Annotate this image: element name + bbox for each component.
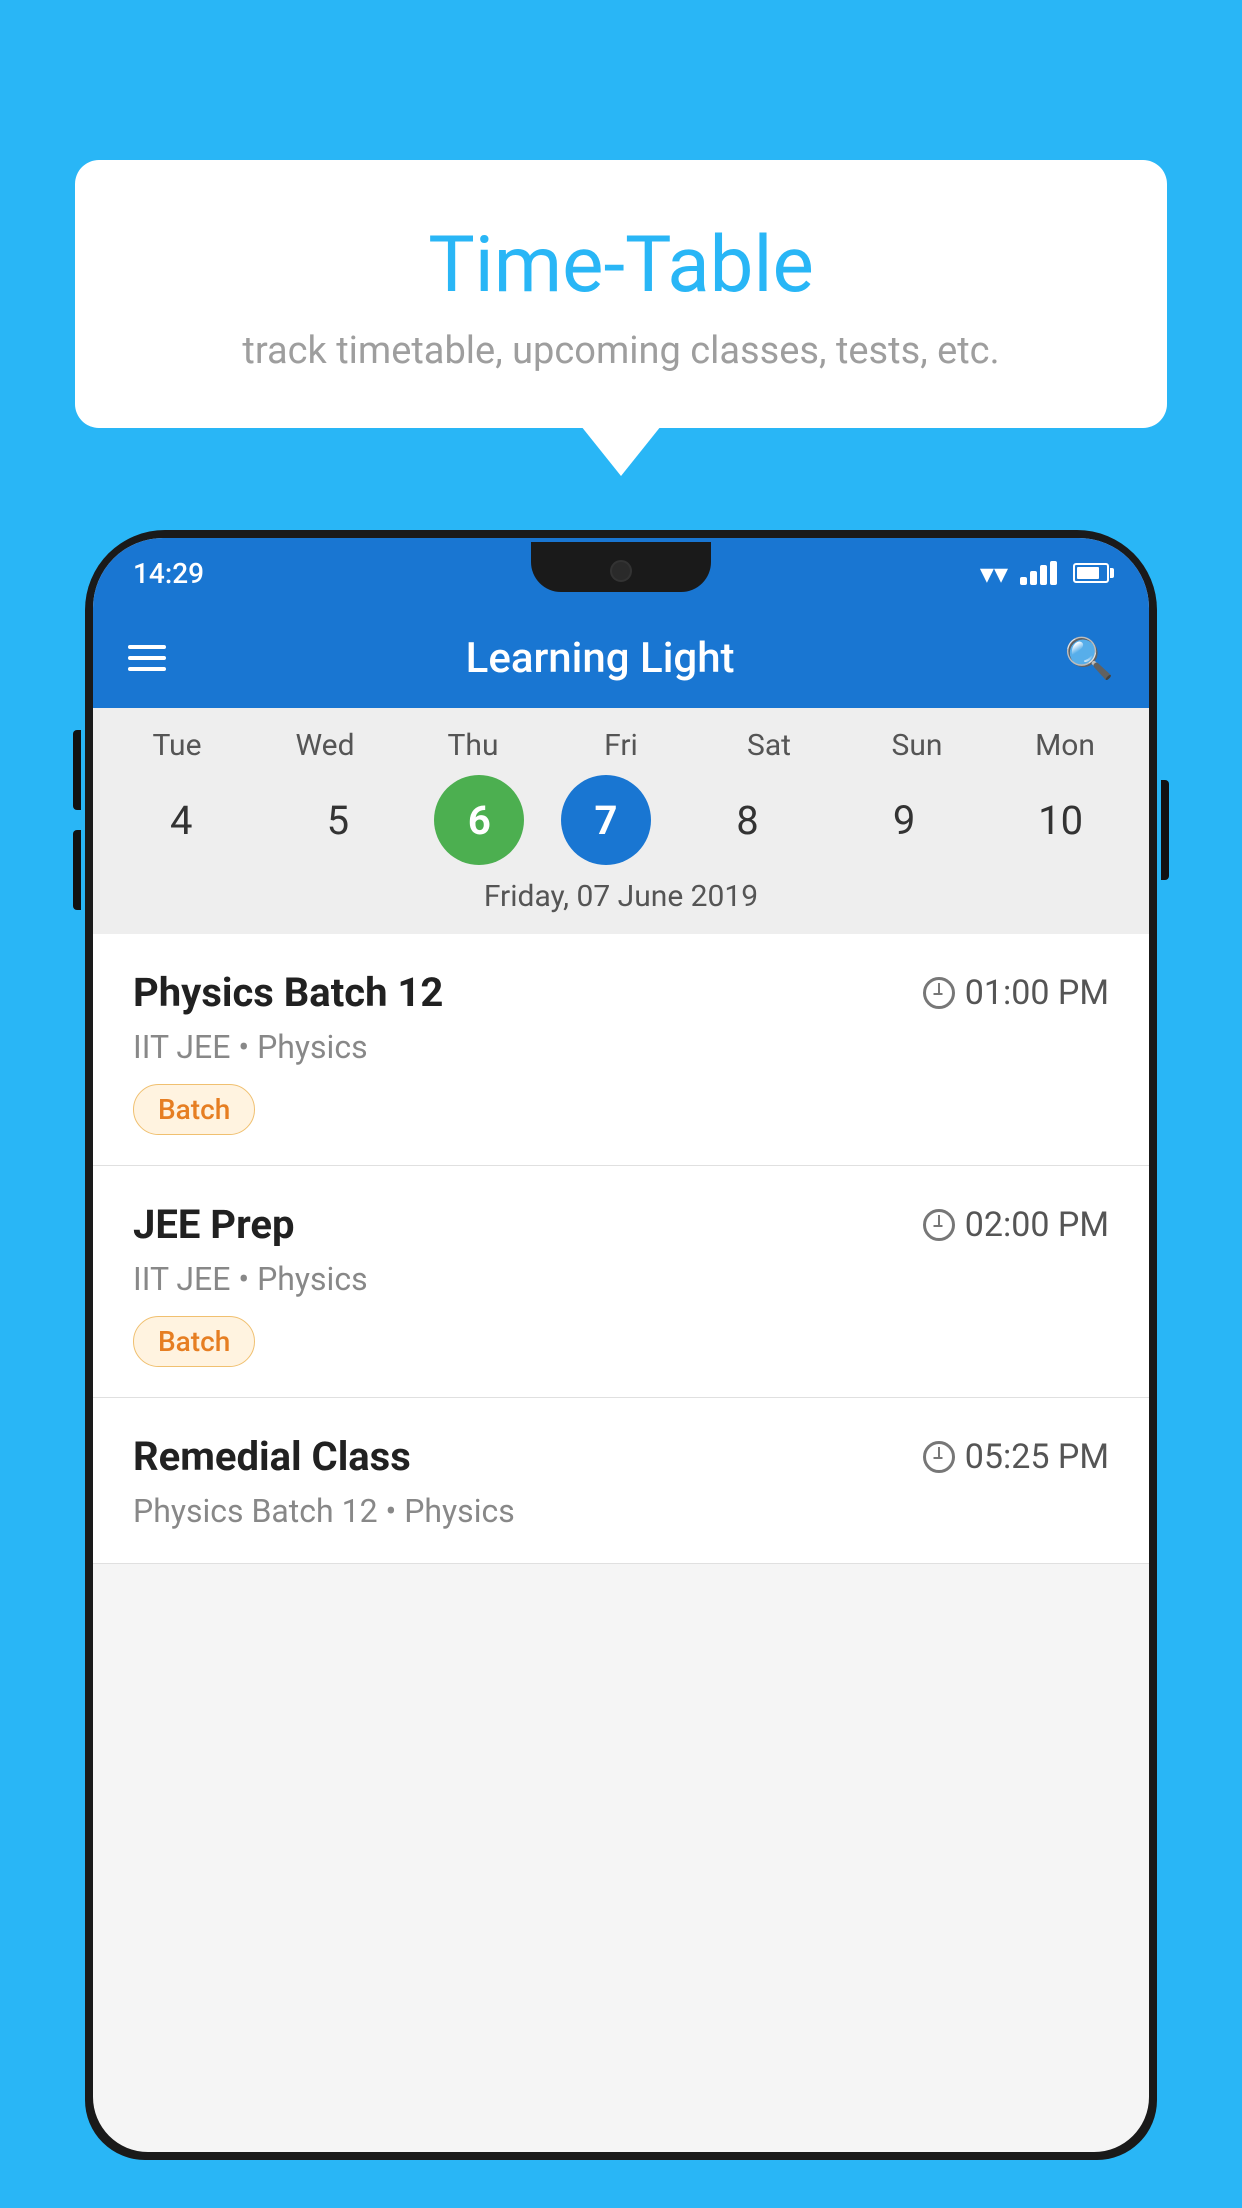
day-name-mon: Mon — [1005, 728, 1125, 763]
schedule-item-1[interactable]: Physics Batch 12 01:00 PM IIT JEE • Phys… — [93, 934, 1149, 1166]
schedule-item-1-header: Physics Batch 12 01:00 PM — [133, 969, 1109, 1016]
day-name-thu: Thu — [413, 728, 533, 763]
battery-icon — [1073, 563, 1109, 583]
schedule-item-2[interactable]: JEE Prep 02:00 PM IIT JEE • Physics Batc… — [93, 1166, 1149, 1398]
clock-icon-2 — [923, 1209, 955, 1241]
schedule-item-1-title: Physics Batch 12 — [133, 969, 443, 1016]
schedule-item-2-subtitle: IIT JEE • Physics — [133, 1260, 1109, 1298]
schedule-item-3-subtitle: Physics Batch 12 • Physics — [133, 1492, 1109, 1530]
schedule-list: Physics Batch 12 01:00 PM IIT JEE • Phys… — [93, 934, 1149, 1564]
day-name-sat: Sat — [709, 728, 829, 763]
power-button[interactable] — [1161, 780, 1169, 880]
speech-bubble-container: Time-Table track timetable, upcoming cla… — [75, 160, 1167, 428]
front-camera — [610, 560, 632, 582]
schedule-item-2-time-text: 02:00 PM — [965, 1205, 1109, 1245]
schedule-item-3-time: 05:25 PM — [923, 1437, 1109, 1477]
phone-screen: 14:29 ▾▾ — [93, 538, 1149, 2152]
search-icon[interactable]: 🔍 — [1064, 635, 1114, 682]
day-name-fri: Fri — [561, 728, 681, 763]
schedule-item-2-batch-tag[interactable]: Batch — [133, 1316, 255, 1367]
day-names-row: Tue Wed Thu Fri Sat Sun Mon — [103, 728, 1139, 763]
volume-down-button[interactable] — [73, 830, 81, 910]
bubble-title: Time-Table — [135, 220, 1107, 311]
app-bar: Learning Light 🔍 — [93, 608, 1149, 708]
selected-date-label: Friday, 07 June 2019 — [103, 865, 1139, 924]
wifi-icon: ▾▾ — [980, 557, 1008, 590]
schedule-item-2-time: 02:00 PM — [923, 1205, 1109, 1245]
schedule-item-1-subtitle: IIT JEE • Physics — [133, 1028, 1109, 1066]
app-title: Learning Light — [196, 634, 1004, 683]
speech-bubble: Time-Table track timetable, upcoming cla… — [75, 160, 1167, 428]
hamburger-menu-icon[interactable] — [128, 645, 166, 671]
day-name-tue: Tue — [117, 728, 237, 763]
phone-outer: 14:29 ▾▾ — [85, 530, 1157, 2160]
day-name-sun: Sun — [857, 728, 977, 763]
day-numbers-row: 4 5 6 7 8 9 10 — [103, 775, 1139, 865]
schedule-item-3-title: Remedial Class — [133, 1433, 411, 1480]
phone-notch — [531, 542, 711, 592]
schedule-item-3[interactable]: Remedial Class 05:25 PM Physics Batch 12… — [93, 1398, 1149, 1564]
day-8[interactable]: 8 — [688, 775, 808, 865]
day-7-selected[interactable]: 7 — [561, 775, 651, 865]
day-name-wed: Wed — [265, 728, 385, 763]
schedule-item-3-time-text: 05:25 PM — [965, 1437, 1109, 1477]
day-6-today[interactable]: 6 — [434, 775, 524, 865]
schedule-item-1-time: 01:00 PM — [923, 973, 1109, 1013]
day-4[interactable]: 4 — [121, 775, 241, 865]
signal-icon — [1020, 561, 1057, 585]
schedule-item-3-header: Remedial Class 05:25 PM — [133, 1433, 1109, 1480]
clock-icon-3 — [923, 1441, 955, 1473]
day-10[interactable]: 10 — [1001, 775, 1121, 865]
phone-frame: 14:29 ▾▾ — [85, 530, 1157, 2208]
bubble-subtitle: track timetable, upcoming classes, tests… — [135, 329, 1107, 373]
schedule-item-1-time-text: 01:00 PM — [965, 973, 1109, 1013]
status-time: 14:29 — [133, 557, 204, 590]
day-5[interactable]: 5 — [278, 775, 398, 865]
day-9[interactable]: 9 — [844, 775, 964, 865]
clock-icon-1 — [923, 977, 955, 1009]
schedule-item-1-batch-tag[interactable]: Batch — [133, 1084, 255, 1135]
schedule-item-2-header: JEE Prep 02:00 PM — [133, 1201, 1109, 1248]
status-icons: ▾▾ — [980, 557, 1109, 590]
volume-up-button[interactable] — [73, 730, 81, 810]
calendar-header: Tue Wed Thu Fri Sat Sun Mon 4 5 6 7 8 9 … — [93, 708, 1149, 934]
schedule-item-2-title: JEE Prep — [133, 1201, 294, 1248]
